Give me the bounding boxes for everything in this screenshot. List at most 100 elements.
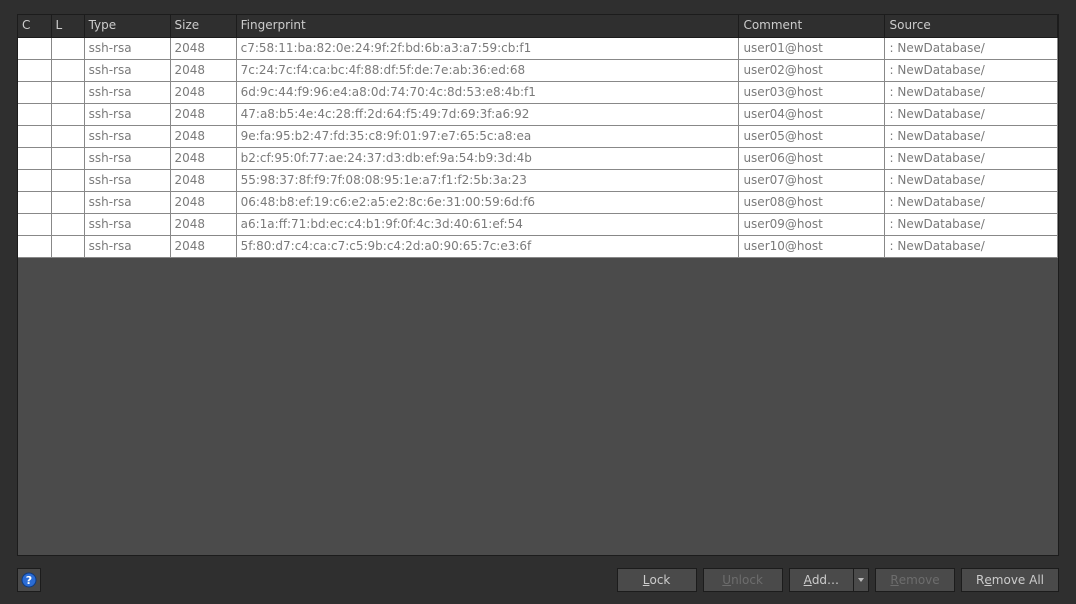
cell-type[interactable]: ssh-rsa: [84, 103, 170, 125]
cell-type[interactable]: ssh-rsa: [84, 147, 170, 169]
cell-fingerprint[interactable]: 7c:24:7c:f4:ca:bc:4f:88:df:5f:de:7e:ab:3…: [236, 59, 739, 81]
cell-c[interactable]: [18, 169, 51, 191]
cell-size[interactable]: 2048: [170, 147, 236, 169]
cell-comment[interactable]: user04@host: [739, 103, 885, 125]
cell-fingerprint[interactable]: 55:98:37:8f:f9:7f:08:08:95:1e:a7:f1:f2:5…: [236, 169, 739, 191]
cell-c[interactable]: [18, 103, 51, 125]
cell-type[interactable]: ssh-rsa: [84, 191, 170, 213]
col-header-size[interactable]: Size: [170, 15, 236, 37]
cell-type[interactable]: ssh-rsa: [84, 37, 170, 59]
cell-type[interactable]: ssh-rsa: [84, 81, 170, 103]
cell-c[interactable]: [18, 213, 51, 235]
cell-source[interactable]: : NewDatabase/: [885, 103, 1058, 125]
cell-fingerprint[interactable]: 9e:fa:95:b2:47:fd:35:c8:9f:01:97:e7:65:5…: [236, 125, 739, 147]
unlock-button[interactable]: Unlock: [703, 568, 783, 592]
cell-fingerprint[interactable]: 5f:80:d7:c4:ca:c7:c5:9b:c4:2d:a0:90:65:7…: [236, 235, 739, 257]
table-row[interactable]: ssh-rsa204855:98:37:8f:f9:7f:08:08:95:1e…: [18, 169, 1058, 191]
keys-table[interactable]: C L Type Size Fingerprint Comment Source…: [18, 15, 1058, 258]
cell-comment[interactable]: user01@host: [739, 37, 885, 59]
cell-type[interactable]: ssh-rsa: [84, 235, 170, 257]
col-header-comment[interactable]: Comment: [739, 15, 885, 37]
table-empty-area[interactable]: [18, 258, 1058, 556]
cell-fingerprint[interactable]: b2:cf:95:0f:77:ae:24:37:d3:db:ef:9a:54:b…: [236, 147, 739, 169]
cell-source[interactable]: : NewDatabase/: [885, 81, 1058, 103]
cell-l[interactable]: [51, 235, 84, 257]
table-row[interactable]: ssh-rsa2048a6:1a:ff:71:bd:ec:c4:b1:9f:0f…: [18, 213, 1058, 235]
add-label: dd…: [812, 573, 839, 587]
cell-size[interactable]: 2048: [170, 125, 236, 147]
table-row[interactable]: ssh-rsa20485f:80:d7:c4:ca:c7:c5:9b:c4:2d…: [18, 235, 1058, 257]
cell-type[interactable]: ssh-rsa: [84, 125, 170, 147]
table-row[interactable]: ssh-rsa20487c:24:7c:f4:ca:bc:4f:88:df:5f…: [18, 59, 1058, 81]
cell-size[interactable]: 2048: [170, 213, 236, 235]
cell-comment[interactable]: user08@host: [739, 191, 885, 213]
col-header-source[interactable]: Source: [885, 15, 1058, 37]
cell-l[interactable]: [51, 147, 84, 169]
cell-size[interactable]: 2048: [170, 59, 236, 81]
cell-c[interactable]: [18, 235, 51, 257]
cell-source[interactable]: : NewDatabase/: [885, 191, 1058, 213]
cell-source[interactable]: : NewDatabase/: [885, 213, 1058, 235]
table-row[interactable]: ssh-rsa20486d:9c:44:f9:96:e4:a8:0d:74:70…: [18, 81, 1058, 103]
cell-c[interactable]: [18, 37, 51, 59]
cell-source[interactable]: : NewDatabase/: [885, 59, 1058, 81]
cell-fingerprint[interactable]: 6d:9c:44:f9:96:e4:a8:0d:74:70:4c:8d:53:e…: [236, 81, 739, 103]
help-button[interactable]: ?: [17, 568, 41, 592]
cell-c[interactable]: [18, 59, 51, 81]
cell-size[interactable]: 2048: [170, 169, 236, 191]
cell-c[interactable]: [18, 81, 51, 103]
cell-size[interactable]: 2048: [170, 37, 236, 59]
cell-l[interactable]: [51, 191, 84, 213]
table-row[interactable]: ssh-rsa20489e:fa:95:b2:47:fd:35:c8:9f:01…: [18, 125, 1058, 147]
cell-l[interactable]: [51, 169, 84, 191]
col-header-l[interactable]: L: [51, 15, 84, 37]
cell-source[interactable]: : NewDatabase/: [885, 37, 1058, 59]
unlock-mnemonic: U: [722, 573, 731, 587]
cell-comment[interactable]: user09@host: [739, 213, 885, 235]
cell-fingerprint[interactable]: 47:a8:b5:4e:4c:28:ff:2d:64:f5:49:7d:69:3…: [236, 103, 739, 125]
table-row[interactable]: ssh-rsa204847:a8:b5:4e:4c:28:ff:2d:64:f5…: [18, 103, 1058, 125]
table-row[interactable]: ssh-rsa2048c7:58:11:ba:82:0e:24:9f:2f:bd…: [18, 37, 1058, 59]
remove-button[interactable]: Remove: [875, 568, 955, 592]
cell-l[interactable]: [51, 125, 84, 147]
cell-size[interactable]: 2048: [170, 81, 236, 103]
col-header-fingerprint[interactable]: Fingerprint: [236, 15, 739, 37]
cell-fingerprint[interactable]: a6:1a:ff:71:bd:ec:c4:b1:9f:0f:4c:3d:40:6…: [236, 213, 739, 235]
cell-l[interactable]: [51, 103, 84, 125]
cell-size[interactable]: 2048: [170, 235, 236, 257]
cell-type[interactable]: ssh-rsa: [84, 169, 170, 191]
add-button[interactable]: Add…: [789, 568, 853, 592]
cell-fingerprint[interactable]: 06:48:b8:ef:19:c6:e2:a5:e2:8c:6e:31:00:5…: [236, 191, 739, 213]
cell-comment[interactable]: user03@host: [739, 81, 885, 103]
cell-type[interactable]: ssh-rsa: [84, 213, 170, 235]
remove-all-button[interactable]: Remove All: [961, 568, 1059, 592]
cell-size[interactable]: 2048: [170, 103, 236, 125]
table-row[interactable]: ssh-rsa204806:48:b8:ef:19:c6:e2:a5:e2:8c…: [18, 191, 1058, 213]
cell-size[interactable]: 2048: [170, 191, 236, 213]
cell-source[interactable]: : NewDatabase/: [885, 125, 1058, 147]
cell-comment[interactable]: user07@host: [739, 169, 885, 191]
cell-comment[interactable]: user06@host: [739, 147, 885, 169]
cell-l[interactable]: [51, 59, 84, 81]
cell-source[interactable]: : NewDatabase/: [885, 235, 1058, 257]
cell-source[interactable]: : NewDatabase/: [885, 169, 1058, 191]
table-header-row[interactable]: C L Type Size Fingerprint Comment Source: [18, 15, 1058, 37]
table-row[interactable]: ssh-rsa2048b2:cf:95:0f:77:ae:24:37:d3:db…: [18, 147, 1058, 169]
cell-c[interactable]: [18, 147, 51, 169]
cell-c[interactable]: [18, 125, 51, 147]
cell-type[interactable]: ssh-rsa: [84, 59, 170, 81]
col-header-c[interactable]: C: [18, 15, 51, 37]
cell-l[interactable]: [51, 81, 84, 103]
cell-c[interactable]: [18, 191, 51, 213]
cell-comment[interactable]: user10@host: [739, 235, 885, 257]
col-header-type[interactable]: Type: [84, 15, 170, 37]
lock-button[interactable]: Lock: [617, 568, 697, 592]
cell-l[interactable]: [51, 37, 84, 59]
add-dropdown-toggle[interactable]: [853, 568, 869, 592]
cell-comment[interactable]: user02@host: [739, 59, 885, 81]
cell-fingerprint[interactable]: c7:58:11:ba:82:0e:24:9f:2f:bd:6b:a3:a7:5…: [236, 37, 739, 59]
cell-l[interactable]: [51, 213, 84, 235]
cell-source[interactable]: : NewDatabase/: [885, 147, 1058, 169]
cell-comment[interactable]: user05@host: [739, 125, 885, 147]
help-icon: ?: [21, 572, 37, 588]
